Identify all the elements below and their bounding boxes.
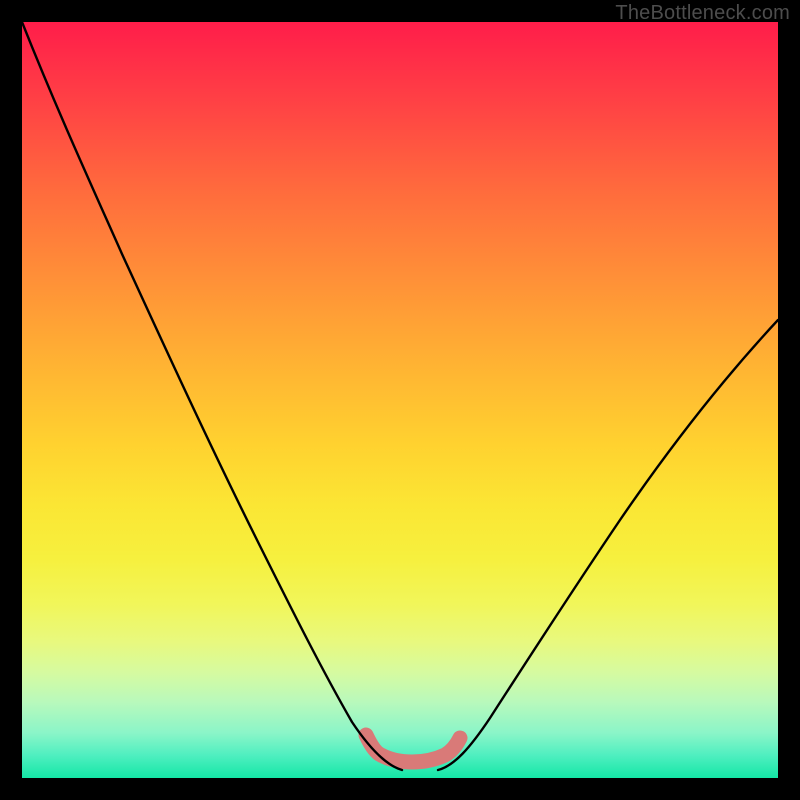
plot-area [22,22,778,778]
outer-frame: TheBottleneck.com [0,0,800,800]
attribution-text: TheBottleneck.com [615,2,790,25]
left-curve-path [22,22,402,770]
curve-layer [22,22,778,778]
right-curve-path [438,320,778,770]
